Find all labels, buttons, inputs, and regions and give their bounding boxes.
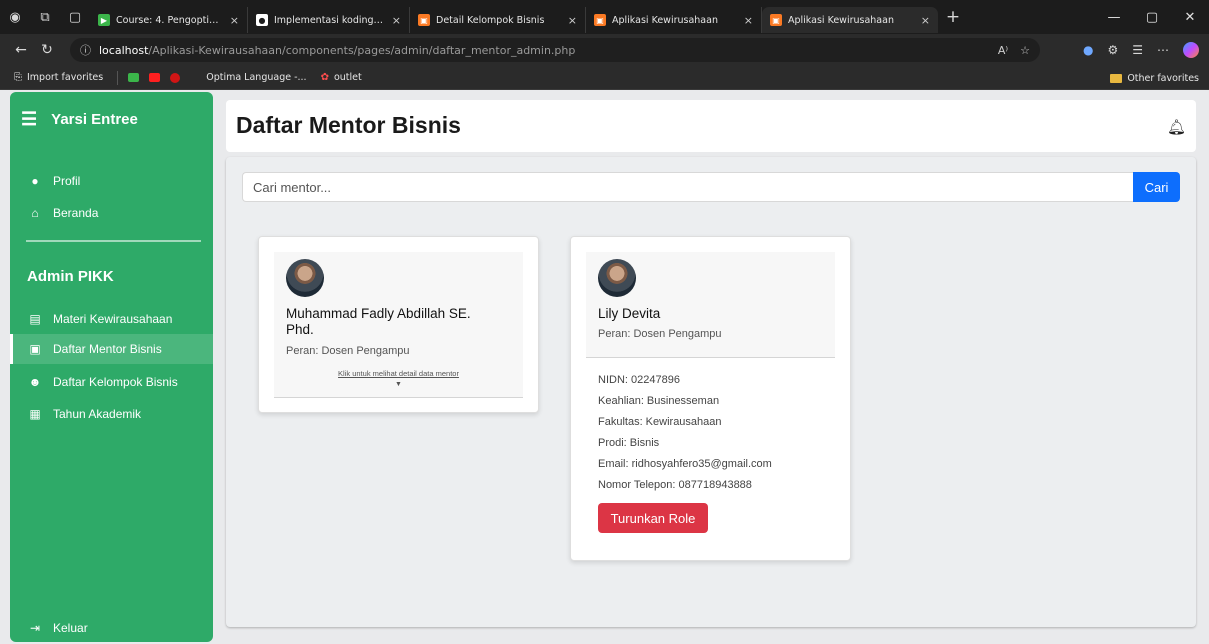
- address-bar-row: ← ↻ ⓘ localhost /Aplikasi-Kewirausahaan/…: [0, 34, 1209, 66]
- browser-tab-aplikasi-1[interactable]: ▣ Aplikasi Kewirusahaan ×: [586, 7, 762, 33]
- bell-icon[interactable]: 🔔︎: [1167, 118, 1186, 136]
- avatar: [286, 259, 324, 297]
- bookmarks-bar: ⎘ Import favorites Optima Language -... …: [0, 66, 1209, 90]
- book-icon: ▤: [29, 312, 41, 326]
- user-icon: ●: [31, 174, 39, 188]
- sidebar-divider: [26, 240, 201, 242]
- favorites-icon[interactable]: ☰: [1132, 43, 1143, 57]
- github-icon: ●: [256, 14, 268, 26]
- restore-icon[interactable]: ▢: [1133, 0, 1171, 34]
- bookmark-other-favorites[interactable]: Other favorites: [1110, 66, 1199, 90]
- mentor-nidn: NIDN: 02247896: [598, 374, 680, 386]
- refresh-icon[interactable]: ↻: [34, 37, 60, 63]
- close-icon[interactable]: ×: [392, 14, 401, 27]
- sidebar-item-profil[interactable]: ● Profil: [10, 166, 213, 196]
- mentor-telepon: Nomor Telepon: 087718943888: [598, 479, 752, 491]
- hamburger-menu-icon[interactable]: ☰: [21, 110, 37, 128]
- bookmark-divider: [117, 70, 119, 85]
- close-icon[interactable]: ×: [744, 14, 753, 27]
- sidebar-item-daftar-kelompok[interactable]: ☻ Daftar Kelompok Bisnis: [10, 367, 213, 397]
- demote-role-button[interactable]: Turunkan Role: [598, 503, 708, 533]
- extension-icon[interactable]: ●: [1083, 43, 1093, 57]
- import-icon: ⎘: [14, 72, 22, 83]
- mentor-keahlian: Keahlian: Businesseman: [598, 395, 720, 407]
- mentor-fakultas: Fakultas: Kewirausahaan: [598, 416, 722, 428]
- copilot-icon[interactable]: [1183, 42, 1199, 58]
- workspaces-icon[interactable]: ⧉: [30, 0, 60, 34]
- mentor-prodi: Prodi: Bisnis: [598, 437, 660, 449]
- mentor-name: Muhammad Fadly Abdillah SE. Phd.: [286, 306, 471, 337]
- browser-tab-detail-kelompok[interactable]: ▣ Detail Kelompok Bisnis ×: [410, 7, 586, 33]
- xampp-icon: ▣: [770, 14, 782, 26]
- home-icon: ⌂: [31, 206, 39, 220]
- window-controls: — ▢ ✕: [1095, 0, 1209, 34]
- id-card-icon: ▣: [29, 342, 41, 356]
- search-button[interactable]: Cari: [1133, 172, 1180, 202]
- moodle-bookmark-icon[interactable]: [128, 73, 140, 82]
- sidebar-item-materi[interactable]: ▤ Materi Kewirausahaan: [10, 304, 213, 334]
- close-icon[interactable]: ×: [230, 14, 239, 27]
- site-info-icon[interactable]: ⓘ: [80, 42, 91, 58]
- logout-icon: ⇥: [29, 621, 41, 635]
- mentor-card-header[interactable]: Muhammad Fadly Abdillah SE. Phd. Peran: …: [274, 252, 523, 398]
- browser-tab-github[interactable]: ● Implementasi kodingan frontend ×: [248, 7, 410, 33]
- page-header: Daftar Mentor Bisnis 🔔︎: [226, 100, 1196, 152]
- sidebar: ☰ Yarsi Entree ● Profil ⌂ Beranda Admin …: [10, 92, 213, 642]
- outlet-icon: ✿: [320, 72, 329, 83]
- sidebar-item-beranda[interactable]: ⌂ Beranda: [10, 198, 213, 228]
- mentor-role: Peran: Dosen Pengampu: [598, 328, 722, 340]
- read-aloud-icon[interactable]: A⁾: [998, 44, 1008, 57]
- favorite-star-icon[interactable]: ☆: [1020, 44, 1030, 57]
- new-tab-button[interactable]: +: [938, 0, 968, 34]
- moodle-icon: ▶: [98, 14, 110, 26]
- bookmark-optima[interactable]: Optima Language -...: [206, 72, 306, 83]
- browser-essentials-icon[interactable]: ⚙: [1107, 43, 1118, 57]
- calendar-icon: ▦: [29, 407, 41, 421]
- browser-tab-bar: ◉ ⧉ ▢ ▶ Course: 4. Pengoptimalan Aplikas…: [0, 0, 1209, 34]
- tab-actions-icon[interactable]: ▢: [60, 0, 90, 34]
- sidebar-item-daftar-mentor[interactable]: ▣ Daftar Mentor Bisnis: [10, 334, 213, 364]
- youtube-bookmark-icon[interactable]: [149, 73, 161, 82]
- mentor-list-panel: Cari Muhammad Fadly Abdillah SE. Phd. Pe…: [226, 157, 1196, 627]
- mentor-card: Muhammad Fadly Abdillah SE. Phd. Peran: …: [258, 236, 539, 413]
- close-icon[interactable]: ×: [568, 14, 577, 27]
- mentor-card-header[interactable]: Lily Devita Peran: Dosen Pengampu: [586, 252, 835, 358]
- mentor-card: Lily Devita Peran: Dosen Pengampu NIDN: …: [570, 236, 851, 561]
- minimize-icon[interactable]: —: [1095, 0, 1133, 34]
- bookmark-import-favorites[interactable]: ⎘ Import favorites: [14, 72, 103, 83]
- brand: ☰ Yarsi Entree: [21, 109, 138, 129]
- profile-icon[interactable]: ◉: [0, 0, 30, 34]
- search-input[interactable]: [242, 172, 1134, 202]
- caret-down-icon[interactable]: ▼: [274, 381, 523, 388]
- more-menu-icon[interactable]: ⋯: [1157, 43, 1169, 57]
- sidebar-section-heading: Admin PIKK: [27, 268, 114, 285]
- users-icon: ☻: [28, 375, 42, 389]
- mentor-detail-link[interactable]: Klik untuk melihat detail data mentor: [274, 369, 523, 378]
- sidebar-item-keluar[interactable]: ⇥ Keluar: [10, 613, 213, 643]
- xampp-icon: ▣: [594, 14, 606, 26]
- bookmark-outlet[interactable]: ✿ outlet: [321, 72, 362, 83]
- netflix-bookmark-icon[interactable]: [170, 72, 181, 83]
- back-icon[interactable]: ←: [8, 37, 34, 63]
- mentor-role: Peran: Dosen Pengampu: [286, 345, 410, 357]
- avatar: [598, 259, 636, 297]
- close-window-icon[interactable]: ✕: [1171, 0, 1209, 34]
- page-title: Daftar Mentor Bisnis: [236, 112, 461, 138]
- xampp-icon: ▣: [418, 14, 430, 26]
- close-icon[interactable]: ×: [921, 14, 930, 27]
- browser-tab-aplikasi-active[interactable]: ▣ Aplikasi Kewirusahaan ×: [762, 7, 938, 33]
- folder-icon: [1110, 73, 1123, 83]
- url-field[interactable]: ⓘ localhost /Aplikasi-Kewirausahaan/comp…: [70, 38, 1040, 62]
- mentor-name: Lily Devita: [598, 306, 661, 321]
- mentor-email: Email: ridhosyahfero35@gmail.com: [598, 458, 772, 470]
- sidebar-item-tahun-akademik[interactable]: ▦ Tahun Akademik: [10, 399, 213, 429]
- browser-tab-course[interactable]: ▶ Course: 4. Pengoptimalan Aplikasi ×: [90, 7, 248, 33]
